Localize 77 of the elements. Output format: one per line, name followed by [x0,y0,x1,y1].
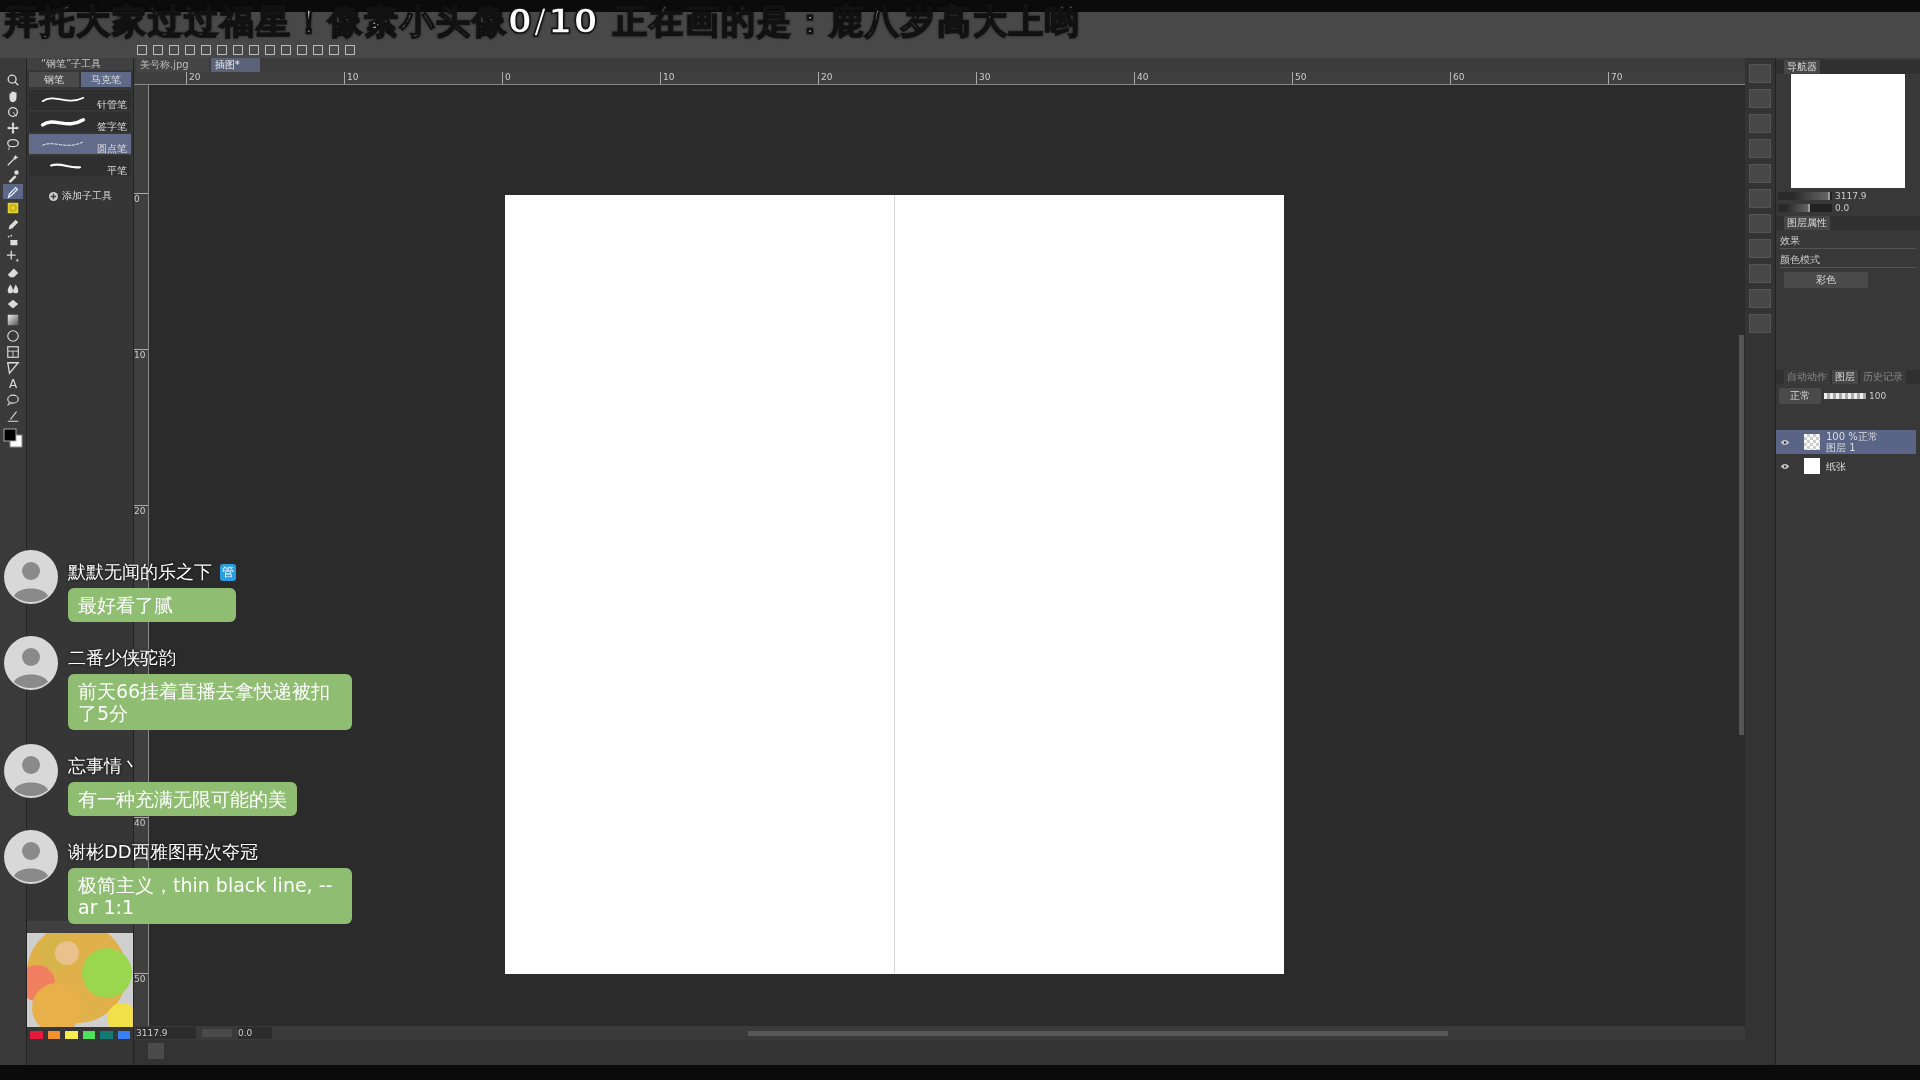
zoom-value: 3117.9 [1835,191,1867,201]
avatar [4,830,58,884]
panel-header: “钢笔”子工具 [27,58,133,70]
toolbar-icon[interactable] [280,44,292,56]
avatar [4,744,58,798]
brush-item[interactable]: 圆点笔 [29,134,131,154]
layer-name: 纸张 [1826,460,1846,472]
color-swatch[interactable] [65,1031,78,1039]
brush-item[interactable]: 针管笔 [29,90,131,110]
avatar [4,550,58,604]
toolbar-icon[interactable] [136,44,148,56]
brush-label: 平笔 [107,165,127,176]
document-tab[interactable]: 插图* [210,58,260,72]
opacity-value: 100 [1869,391,1887,401]
rotation-slider[interactable] [1778,204,1811,212]
scrollbar[interactable] [748,1030,1448,1036]
chat-message: 前天66挂着直播去拿快递被扣了5分 [68,674,352,730]
eye-icon[interactable] [1780,438,1790,446]
layer-thumbnail [1804,434,1820,450]
plus-icon [48,191,58,201]
username: 忘事情丶 [68,754,140,778]
brush-label: 圆点笔 [97,143,127,154]
color-swatch[interactable] [82,1031,95,1039]
chat-message: 有一种充满无限可能的美 [68,782,297,816]
layer-name: 图层 1 [1826,442,1857,453]
chat-message: 极简主义，thin black line, --ar 1:1 [68,868,352,924]
zoom-slider[interactable] [1778,192,1831,200]
toolbar-icon[interactable] [216,44,228,56]
username: 二番少侠驼韵 [68,646,176,670]
color-swatch[interactable] [100,1031,113,1039]
scrollbar[interactable] [1739,335,1744,735]
color-swatch[interactable] [47,1031,60,1039]
layer-row[interactable]: 纸张 [1776,454,1916,478]
pen-icon[interactable] [3,184,23,199]
panel-tab[interactable]: 图层属性 [1784,216,1830,230]
add-subtool-button[interactable]: 添加子工具 [48,189,112,203]
rotation-value: 0.0 [1835,203,1850,213]
username: 默默无闻的乐之下 [68,560,212,584]
section-label: 效果 [1780,234,1916,249]
text-tool-button[interactable]: A [3,376,23,391]
toolbar-icon[interactable] [184,44,196,56]
ruler: 20 10 0 10 20 30 40 50 60 70 [134,72,1745,85]
toolbar-icon[interactable] [248,44,260,56]
toolbar-icon[interactable] [344,44,356,56]
toolbar-icon[interactable] [296,44,308,56]
blend-mode-dropdown[interactable]: 正常 [1779,388,1821,404]
color-swatch[interactable] [30,1031,43,1039]
toolbar-icon[interactable] [232,44,244,56]
layer-row[interactable]: 100 %正常 图层 1 [1776,430,1916,454]
subtool-tab[interactable]: 钢笔 [29,72,79,87]
layer-thumbnail [1804,458,1820,474]
brush-item[interactable]: 签字笔 [29,112,131,132]
brush-label: 针管笔 [97,99,127,110]
toolbar-icon[interactable] [264,44,276,56]
subtool-tab[interactable]: 马克笔 [81,72,131,87]
panel-tab[interactable]: 图层 [1832,370,1858,384]
brush-label: 签字笔 [97,121,127,132]
brush-item[interactable]: 平笔 [29,156,131,176]
layer-info: 100 %正常 [1826,431,1878,442]
section-label: 颜色模式 [1780,253,1916,268]
toolbar-icon[interactable] [328,44,340,56]
opacity-slider[interactable] [1824,393,1866,399]
color-mode-dropdown[interactable]: 彩色 [1784,272,1868,288]
panel-tab[interactable]: 导航器 [1784,60,1820,74]
toolbar-icon[interactable] [312,44,324,56]
color-swatch[interactable] [117,1031,130,1039]
username: 谢彬DD西雅图再次夺冠 [68,840,258,864]
toolbar-icon[interactable] [200,44,212,56]
color-swatch-icon[interactable] [3,428,23,448]
toolbar-icon[interactable] [168,44,180,56]
document-tab[interactable]: 美号称.jpg [136,58,209,72]
chat-message: 最好看了腻 [68,588,236,622]
avatar [4,636,58,690]
eye-icon[interactable] [1780,462,1790,470]
rotation-field[interactable]: 0.0 [238,1027,272,1039]
toolbar-icon[interactable] [152,44,164,56]
zoom-field[interactable]: 3117.9 [136,1027,196,1039]
